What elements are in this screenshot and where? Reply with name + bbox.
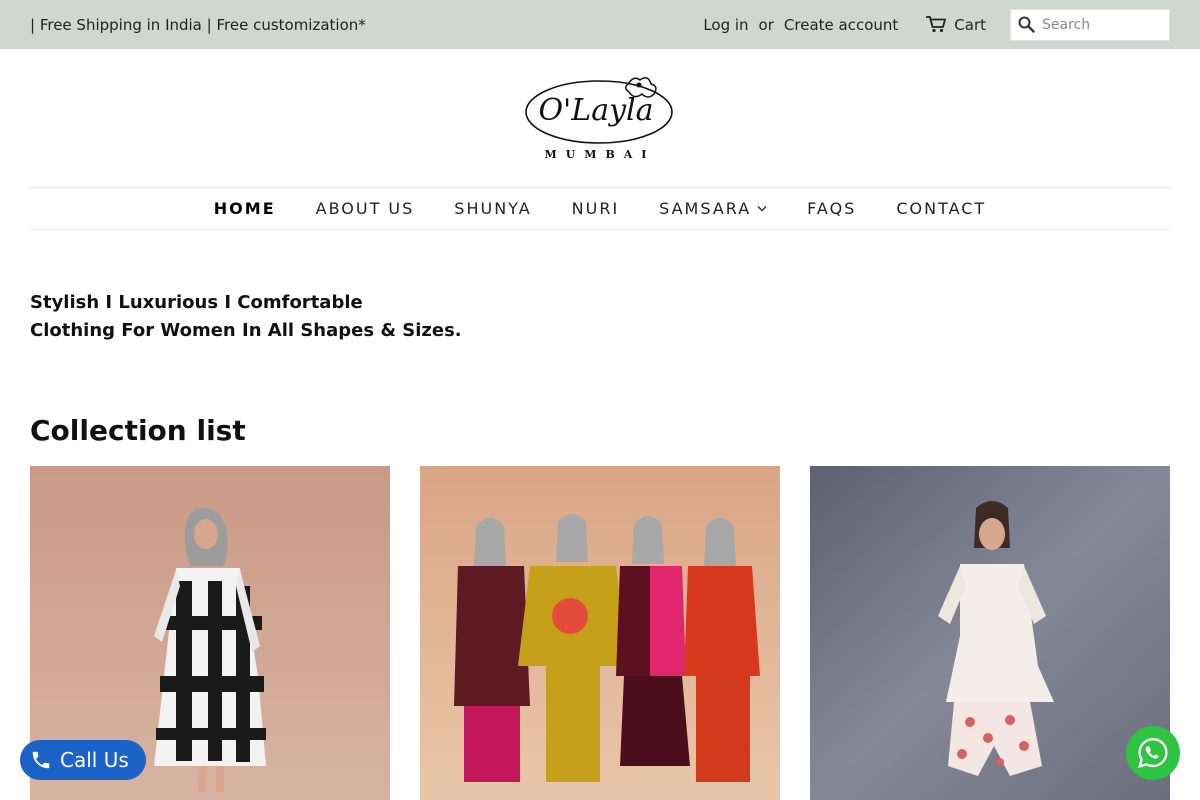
call-us-label: Call Us [60, 748, 129, 772]
cart-link[interactable]: Cart [926, 16, 986, 34]
tagline-line-1: Stylish I Luxurious I Comfortable [30, 292, 363, 313]
main-nav: HOME ABOUT US SHUNYA NURI SAMSARA FAQS C… [30, 187, 1170, 230]
or-separator: or [758, 15, 774, 34]
nav-item-label: ABOUT US [315, 199, 415, 218]
nav-item-label: FAQS [807, 199, 857, 218]
nav-item-label: HOME [213, 199, 276, 218]
collection-image [810, 466, 1170, 800]
nav-item-about-us[interactable]: ABOUT US [316, 199, 415, 218]
announcement-text: | Free Shipping in India | Free customiz… [30, 15, 366, 34]
whatsapp-icon [1138, 738, 1168, 768]
nav-item-nuri[interactable]: NURI [572, 199, 620, 218]
nav-item-shunya[interactable]: SHUNYA [454, 199, 531, 218]
nav-item-label: CONTACT [896, 199, 987, 218]
cart-icon [926, 16, 947, 33]
nav-item-label: SHUNYA [454, 199, 532, 218]
logo-container: O'Layla MUMBAI [0, 72, 1200, 164]
account-links: Log in or Create account Cart [703, 8, 1170, 41]
whatsapp-button[interactable] [1126, 726, 1180, 780]
nav-item-home[interactable]: HOME [214, 199, 276, 218]
chevron-down-icon [757, 205, 767, 212]
search-icon[interactable] [1018, 16, 1035, 33]
logo-subtext: MUMBAI [545, 148, 656, 161]
phone-icon [32, 751, 50, 769]
collection-tile[interactable] [420, 466, 780, 800]
call-us-button[interactable]: Call Us [20, 740, 146, 780]
nav-item-samsara[interactable]: SAMSARA [659, 199, 767, 218]
nav-item-label: SAMSARA [659, 199, 752, 218]
nav-item-label: NURI [571, 199, 620, 218]
login-link[interactable]: Log in [703, 16, 748, 34]
collection-image [420, 466, 780, 800]
search-input[interactable] [1042, 16, 1162, 33]
hero-tagline: Stylish I Luxurious I Comfortable Clothi… [30, 289, 462, 345]
nav-item-contact[interactable]: CONTACT [896, 199, 986, 218]
announcement-bar: | Free Shipping in India | Free customiz… [0, 0, 1200, 49]
brand-logo[interactable]: O'Layla MUMBAI [524, 72, 676, 164]
logo-script-text: O'Layla [538, 93, 653, 128]
tagline-line-2: Clothing For Women In All Shapes & Sizes… [30, 320, 462, 341]
create-account-link[interactable]: Create account [784, 16, 898, 34]
collection-tile[interactable] [810, 466, 1170, 800]
collection-list-title: Collection list [30, 414, 246, 447]
nav-item-faqs[interactable]: FAQS [807, 199, 856, 218]
cart-label: Cart [954, 15, 986, 34]
search-box[interactable] [1010, 8, 1170, 41]
